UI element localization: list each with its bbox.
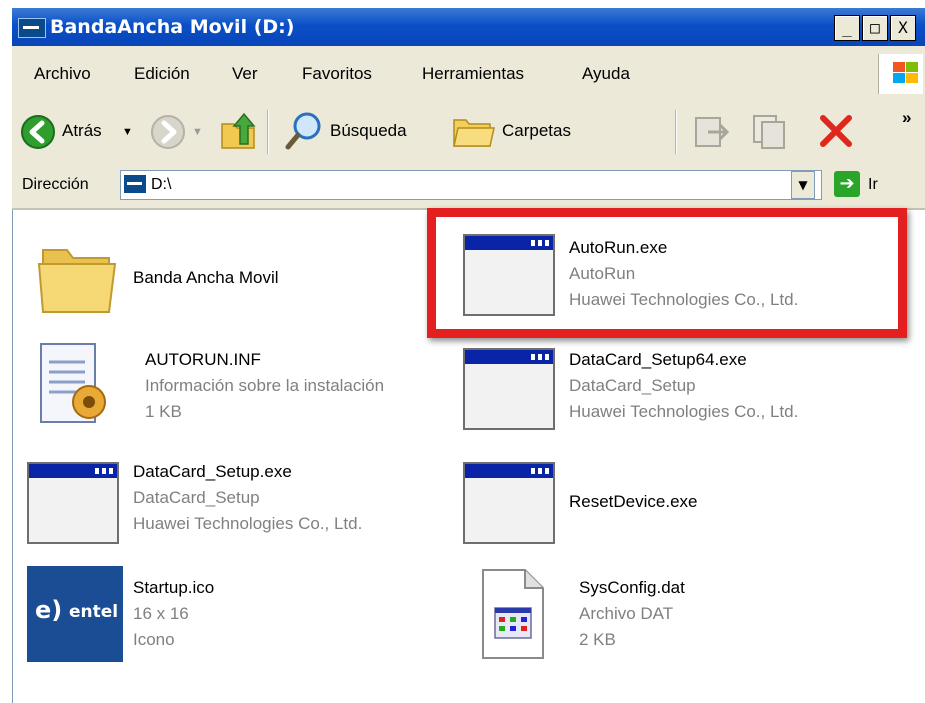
windows-logo-icon xyxy=(878,54,923,94)
address-value[interactable]: D:\ xyxy=(151,176,171,194)
file-dimensions: 16 x 16 xyxy=(133,604,189,623)
move-to-icon[interactable] xyxy=(692,112,732,152)
menu-herramientas[interactable]: Herramientas xyxy=(422,64,524,84)
folders-icon[interactable] xyxy=(452,112,496,150)
toolbar: Atrás ▼ ▼ Búsqueda Carpetas » xyxy=(12,102,925,163)
highlight-box xyxy=(427,208,907,338)
file-name: Startup.ico xyxy=(133,578,215,597)
application-icon xyxy=(463,462,555,544)
data-file-icon xyxy=(482,569,544,659)
file-company: Huawei Technologies Co., Ltd. xyxy=(133,514,363,533)
close-button[interactable]: X xyxy=(890,15,916,41)
application-icon xyxy=(463,348,555,430)
folder-icon xyxy=(37,249,117,313)
back-arrow-icon[interactable] xyxy=(20,114,56,150)
drive-icon xyxy=(124,175,146,193)
file-company: Huawei Technologies Co., Ltd. xyxy=(569,402,799,421)
go-button-label[interactable]: Ir xyxy=(868,176,878,194)
drive-icon xyxy=(18,18,46,38)
forward-dropdown-icon[interactable]: ▼ xyxy=(192,126,203,138)
application-icon xyxy=(27,462,119,544)
menu-edicion[interactable]: Edición xyxy=(134,64,190,84)
folders-button-label[interactable]: Carpetas xyxy=(502,121,571,141)
address-label: Dirección xyxy=(22,176,89,193)
menu-ver[interactable]: Ver xyxy=(232,64,258,84)
file-description: Información sobre la instalación xyxy=(145,376,385,395)
file-name: SysConfig.dat xyxy=(579,578,685,597)
file-name: DataCard_Setup64.exe xyxy=(569,350,747,369)
file-name: DataCard_Setup.exe xyxy=(133,462,292,481)
setup-information-icon xyxy=(40,343,106,423)
title-bar[interactable]: BandaAncha Movil (D:) _ □ X xyxy=(12,8,925,46)
search-icon[interactable] xyxy=(284,111,324,151)
minimize-button[interactable]: _ xyxy=(834,15,860,41)
list-item-autorun-inf[interactable]: AUTORUN.INF Información sobre la instala… xyxy=(33,340,453,440)
file-type: Icono xyxy=(133,630,175,649)
go-arrow-icon[interactable]: ➔ xyxy=(834,171,860,197)
toolbar-overflow-chevron-icon[interactable]: » xyxy=(902,108,911,128)
entel-logo-mark: e) xyxy=(35,596,63,624)
list-item-folder[interactable]: Banda Ancha Movil xyxy=(37,230,437,330)
file-name: ResetDevice.exe xyxy=(569,492,698,511)
maximize-button[interactable]: □ xyxy=(862,15,888,41)
list-item-resetdevice-exe[interactable]: ResetDevice.exe xyxy=(463,458,883,558)
entel-logo-icon: e) entel xyxy=(27,566,123,662)
file-description: DataCard_Setup xyxy=(133,488,260,507)
list-item-startup-ico[interactable]: e) entel Startup.ico 16 x 16 Icono xyxy=(27,566,457,666)
back-dropdown-icon[interactable]: ▼ xyxy=(122,126,133,138)
menu-archivo[interactable]: Archivo xyxy=(34,64,91,84)
list-item-datacard-setup64-exe[interactable]: DataCard_Setup64.exe DataCard_Setup Huaw… xyxy=(463,344,883,444)
menu-bar: Archivo Edición Ver Favoritos Herramient… xyxy=(12,46,925,103)
copy-to-icon[interactable] xyxy=(750,112,794,152)
list-item-datacard-setup-exe[interactable]: DataCard_Setup.exe DataCard_Setup Huawei… xyxy=(27,458,457,558)
forward-arrow-icon[interactable] xyxy=(150,114,186,150)
toolbar-separator xyxy=(675,110,677,154)
menu-favoritos[interactable]: Favoritos xyxy=(302,64,372,84)
entel-logo-text: entel xyxy=(69,602,119,622)
address-input[interactable]: D:\ xyxy=(120,170,822,200)
delete-icon[interactable] xyxy=(817,112,855,150)
file-type: Archivo DAT xyxy=(579,604,674,623)
file-description: DataCard_Setup xyxy=(569,376,696,395)
up-folder-icon[interactable] xyxy=(218,110,258,152)
menu-ayuda[interactable]: Ayuda xyxy=(582,64,630,84)
file-name: AUTORUN.INF xyxy=(145,350,261,369)
address-bar: Dirección D:\ ▼ ➔ Ir xyxy=(12,162,925,210)
list-item-sysconfig-dat[interactable]: SysConfig.dat Archivo DAT 2 KB xyxy=(473,566,893,666)
search-button-label[interactable]: Búsqueda xyxy=(330,121,407,141)
file-size: 2 KB xyxy=(579,630,616,649)
address-dropdown-icon[interactable]: ▼ xyxy=(791,171,815,199)
file-name: Banda Ancha Movil xyxy=(133,268,279,287)
window-title: BandaAncha Movil (D:) xyxy=(50,16,295,38)
toolbar-separator xyxy=(267,110,269,154)
file-size: 1 KB xyxy=(145,402,182,421)
back-button-label[interactable]: Atrás xyxy=(62,121,102,141)
